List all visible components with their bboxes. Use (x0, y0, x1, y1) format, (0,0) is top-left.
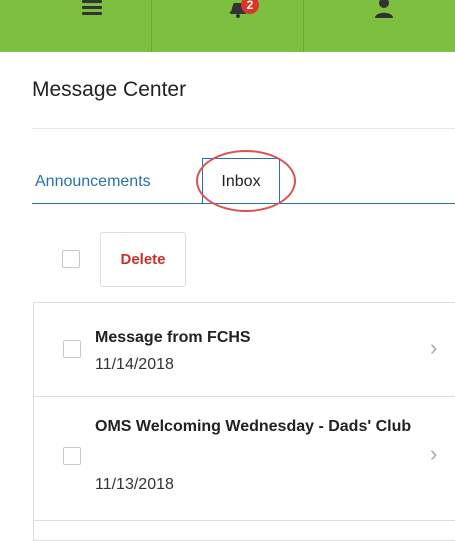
menu-button[interactable] (0, 0, 152, 52)
message-subject: OMS Welcoming Wednesday - Dads' Club (95, 418, 412, 435)
message-checkbox[interactable] (63, 447, 81, 465)
profile-button[interactable] (304, 0, 455, 52)
list-item[interactable] (33, 521, 455, 541)
title-divider (32, 128, 455, 129)
delete-button[interactable]: Delete (100, 232, 186, 287)
tab-announcements[interactable]: Announcements (35, 173, 151, 191)
chevron-right-icon: › (430, 441, 438, 466)
list-item[interactable]: OMS Welcoming Wednesday - Dads' Club 11/… (33, 397, 455, 521)
select-all-checkbox[interactable] (62, 250, 80, 268)
chevron-right-icon: › (430, 335, 438, 360)
message-checkbox[interactable] (63, 340, 81, 358)
user-icon (374, 0, 394, 18)
notification-badge: 2 (241, 0, 259, 14)
message-tabs: Announcements Inbox (32, 158, 455, 204)
list-item[interactable]: Message from FCHS 11/14/2018 › (33, 303, 455, 397)
message-subject: Message from FCHS (95, 329, 251, 346)
message-list: Message from FCHS 11/14/2018 › OMS Welco… (33, 302, 455, 541)
top-nav-bar: 2 (0, 0, 455, 52)
message-date: 11/13/2018 (95, 476, 174, 493)
tab-inbox[interactable]: Inbox (202, 158, 280, 203)
message-date: 11/14/2018 (95, 356, 174, 373)
page-title: Message Center (32, 78, 187, 101)
notifications-button[interactable]: 2 (152, 0, 304, 52)
menu-icon (82, 0, 102, 15)
